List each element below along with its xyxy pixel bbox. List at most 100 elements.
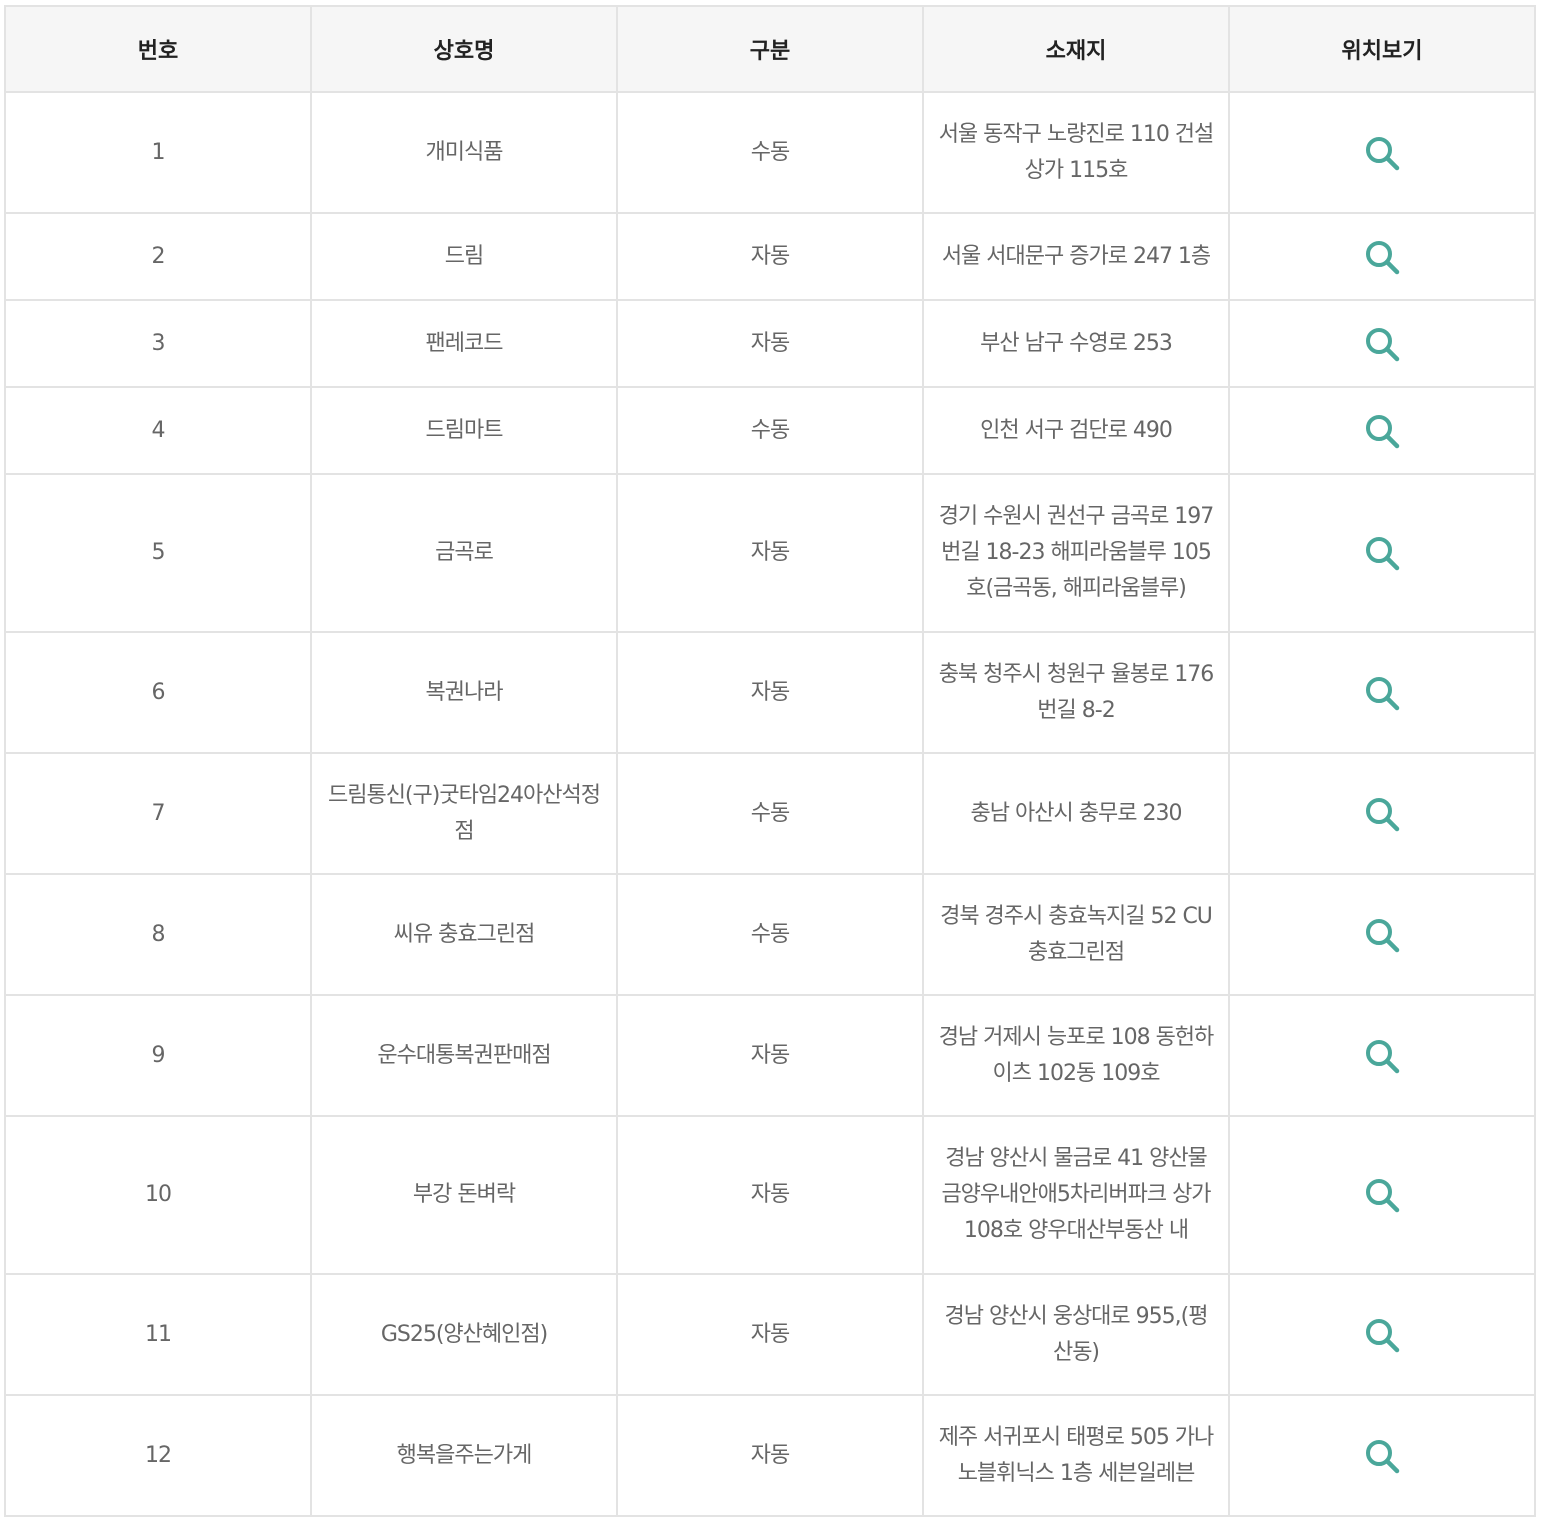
row-address-cell: 충북 청주시 청원구 율봉로 176번길 8-2 <box>922 631 1230 754</box>
search-icon <box>1366 240 1400 274</box>
row-location-cell <box>1228 1273 1536 1396</box>
table-header: 번호 상호명 구분 소재지 위치보기 <box>4 5 1536 93</box>
view-location-button[interactable] <box>1362 1175 1402 1215</box>
search-icon <box>1366 327 1400 361</box>
row-address-cell: 서울 동작구 노량진로 110 건설상가 115호 <box>922 91 1230 214</box>
row-address-cell: 인천 서구 검단로 490 <box>922 386 1230 475</box>
row-store-name-cell: 부강 돈벼락 <box>310 1115 618 1275</box>
search-icon <box>1366 1318 1400 1352</box>
row-address-cell: 서울 서대문구 증가로 247 1층 <box>922 212 1230 301</box>
row-address-cell: 충남 아산시 충무로 230 <box>922 752 1230 875</box>
row-number-cell: 10 <box>4 1115 312 1275</box>
search-icon <box>1366 1179 1400 1213</box>
row-store-name-cell: 드림통신(구)굿타임24아산석정점 <box>310 752 618 875</box>
row-location-cell <box>1228 631 1536 754</box>
view-location-button[interactable] <box>1362 411 1402 451</box>
view-location-button[interactable] <box>1362 133 1402 173</box>
row-address-cell: 경남 양산시 물금로 41 양산물금양우내안애5차리버파크 상가108호 양우대… <box>922 1115 1230 1275</box>
table-row: 3 팬레코드 자동 부산 남구 수영로 253 <box>4 299 1536 388</box>
row-store-name-cell: 복권나라 <box>310 631 618 754</box>
row-location-cell <box>1228 386 1536 475</box>
table-row: 8 씨유 충효그린점 수동 경북 경주시 충효녹지길 52 CU충효그린점 <box>4 873 1536 996</box>
row-location-cell <box>1228 752 1536 875</box>
header-location: 위치보기 <box>1228 5 1536 93</box>
table-row: 2 드림 자동 서울 서대문구 증가로 247 1층 <box>4 212 1536 301</box>
view-location-button[interactable] <box>1362 794 1402 834</box>
view-location-button[interactable] <box>1362 533 1402 573</box>
row-location-cell <box>1228 1394 1536 1517</box>
table-row: 12 행복을주는가게 자동 제주 서귀포시 태평로 505 가나노블휘닉스 1층 세븐… <box>4 1394 1536 1517</box>
row-location-cell <box>1228 473 1536 633</box>
row-number-cell: 4 <box>4 386 312 475</box>
row-type-cell: 자동 <box>616 631 924 754</box>
row-type-cell: 자동 <box>616 1273 924 1396</box>
header-store-name: 상호명 <box>310 5 618 93</box>
row-type-cell: 자동 <box>616 473 924 633</box>
row-number-cell: 9 <box>4 994 312 1117</box>
row-number-cell: 7 <box>4 752 312 875</box>
table-row: 1 개미식품 수동 서울 동작구 노량진로 110 건설상가 115호 <box>4 91 1536 214</box>
search-icon <box>1366 537 1400 571</box>
row-type-cell: 자동 <box>616 1115 924 1275</box>
search-icon <box>1366 1039 1400 1073</box>
row-number-cell: 1 <box>4 91 312 214</box>
row-number-cell: 3 <box>4 299 312 388</box>
search-icon <box>1366 1439 1400 1473</box>
view-location-button[interactable] <box>1362 1036 1402 1076</box>
search-icon <box>1366 797 1400 831</box>
row-address-cell: 경남 양산시 웅상대로 955,(평산동) <box>922 1273 1230 1396</box>
table-row: 9 운수대통복권판매점 자동 경남 거제시 능포로 108 동헌하이츠 102동 10… <box>4 994 1536 1117</box>
row-store-name-cell: GS25(양산혜인점) <box>310 1273 618 1396</box>
search-icon <box>1366 414 1400 448</box>
store-list-table-wrapper: 번호 상호명 구분 소재지 위치보기 1 개미식품 수동 서울 동작구 노량진로 11… <box>4 5 1536 1517</box>
table-body: 1 개미식품 수동 서울 동작구 노량진로 110 건설상가 115호 2 드림 자동 서울 … <box>4 91 1536 1517</box>
row-store-name-cell: 금곡로 <box>310 473 618 633</box>
view-location-button[interactable] <box>1362 915 1402 955</box>
row-number-cell: 6 <box>4 631 312 754</box>
row-store-name-cell: 드림마트 <box>310 386 618 475</box>
table-row: 5 금곡로 자동 경기 수원시 권선구 금곡로 197번길 18-23 해피라움블루 … <box>4 473 1536 633</box>
row-store-name-cell: 개미식품 <box>310 91 618 214</box>
row-store-name-cell: 팬레코드 <box>310 299 618 388</box>
row-type-cell: 수동 <box>616 873 924 996</box>
row-address-cell: 부산 남구 수영로 253 <box>922 299 1230 388</box>
store-list-table: 번호 상호명 구분 소재지 위치보기 1 개미식품 수동 서울 동작구 노량진로 11… <box>4 5 1536 1517</box>
view-location-button[interactable] <box>1362 324 1402 364</box>
row-location-cell <box>1228 994 1536 1117</box>
row-location-cell <box>1228 873 1536 996</box>
row-location-cell <box>1228 1115 1536 1275</box>
row-location-cell <box>1228 299 1536 388</box>
search-icon <box>1366 136 1400 170</box>
table-row: 4 드림마트 수동 인천 서구 검단로 490 <box>4 386 1536 475</box>
row-address-cell: 경북 경주시 충효녹지길 52 CU충효그린점 <box>922 873 1230 996</box>
row-address-cell: 경기 수원시 권선구 금곡로 197번길 18-23 해피라움블루 105호(금… <box>922 473 1230 633</box>
search-icon <box>1366 676 1400 710</box>
row-address-cell: 제주 서귀포시 태평로 505 가나노블휘닉스 1층 세븐일레븐 <box>922 1394 1230 1517</box>
row-number-cell: 12 <box>4 1394 312 1517</box>
view-location-button[interactable] <box>1362 1436 1402 1476</box>
row-type-cell: 자동 <box>616 212 924 301</box>
row-location-cell <box>1228 91 1536 214</box>
row-store-name-cell: 씨유 충효그린점 <box>310 873 618 996</box>
row-store-name-cell: 행복을주는가게 <box>310 1394 618 1517</box>
row-type-cell: 수동 <box>616 386 924 475</box>
view-location-button[interactable] <box>1362 673 1402 713</box>
search-icon <box>1366 918 1400 952</box>
row-store-name-cell: 드림 <box>310 212 618 301</box>
table-row: 10 부강 돈벼락 자동 경남 양산시 물금로 41 양산물금양우내안애5차리버파크 … <box>4 1115 1536 1275</box>
header-row: 번호 상호명 구분 소재지 위치보기 <box>4 5 1536 93</box>
header-address: 소재지 <box>922 5 1230 93</box>
row-number-cell: 2 <box>4 212 312 301</box>
view-location-button[interactable] <box>1362 237 1402 277</box>
row-number-cell: 11 <box>4 1273 312 1396</box>
table-row: 11 GS25(양산혜인점) 자동 경남 양산시 웅상대로 955,(평산동) <box>4 1273 1536 1396</box>
row-type-cell: 자동 <box>616 299 924 388</box>
row-number-cell: 5 <box>4 473 312 633</box>
row-type-cell: 자동 <box>616 1394 924 1517</box>
row-type-cell: 수동 <box>616 91 924 214</box>
table-row: 7 드림통신(구)굿타임24아산석정점 수동 충남 아산시 충무로 230 <box>4 752 1536 875</box>
view-location-button[interactable] <box>1362 1315 1402 1355</box>
header-type: 구분 <box>616 5 924 93</box>
row-number-cell: 8 <box>4 873 312 996</box>
row-location-cell <box>1228 212 1536 301</box>
